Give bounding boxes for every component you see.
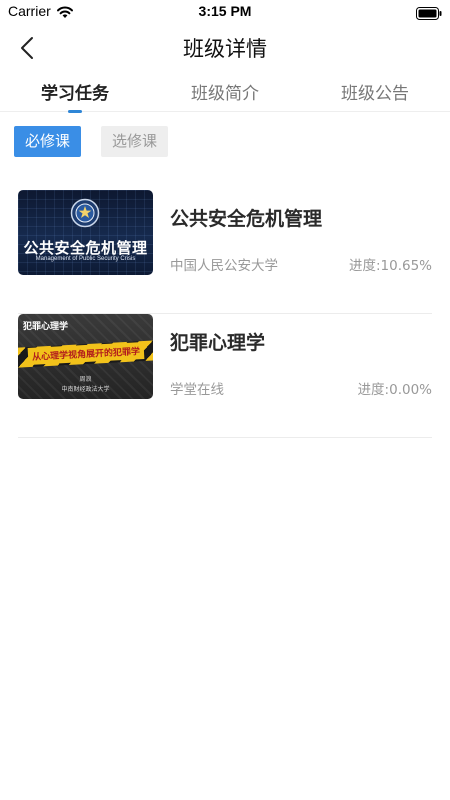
battery-icon [416,5,442,24]
tab-bar: 学习任务 班级简介 班级公告 [0,72,450,112]
course-item[interactable]: 犯罪心理学 从心理学视角展开的犯罪学 周浪 中南财经政法大学 犯罪心理学 学堂在… [18,314,432,438]
tab-learning-tasks[interactable]: 学习任务 [0,79,150,104]
course-thumbnail: 公共安全危机管理 Management of Public Security C… [18,190,153,275]
course-school: 学堂在线 [170,382,224,398]
status-time: 3:15 PM [198,3,252,19]
thumbnail-author: 周浪 [79,376,92,383]
course-thumbnail: 犯罪心理学 从心理学视角展开的犯罪学 周浪 中南财经政法大学 [18,314,153,399]
course-item[interactable]: 公共安全危机管理 Management of Public Security C… [18,190,432,314]
tab-class-intro[interactable]: 班级简介 [150,79,300,104]
course-title: 犯罪心理学 [170,332,266,354]
thumbnail-university: 中南财经政法大学 [61,386,110,393]
nav-bar: 班级详情 [0,24,450,72]
thumbnail-subtitle: Management of Public Security Crisis [35,256,136,262]
filter-elective-button[interactable]: 选修课 [101,126,169,157]
filter-required-button[interactable]: 必修课 [14,126,82,157]
course-school: 中国人民公安大学 [170,258,278,274]
police-emblem-icon [70,198,100,228]
thumbnail-title: 犯罪心理学 [23,322,69,332]
course-title: 公共安全危机管理 [170,208,323,230]
status-bar: Carrier 3:15 PM [0,0,450,24]
course-progress: 进度:10.65% [348,258,432,274]
thumbnail-title: 公共安全危机管理 [23,239,148,257]
tab-class-notice[interactable]: 班级公告 [300,79,450,104]
page-title: 班级详情 [183,37,267,61]
tab-indicator [68,110,82,113]
course-progress: 进度:0.00% [357,382,432,398]
